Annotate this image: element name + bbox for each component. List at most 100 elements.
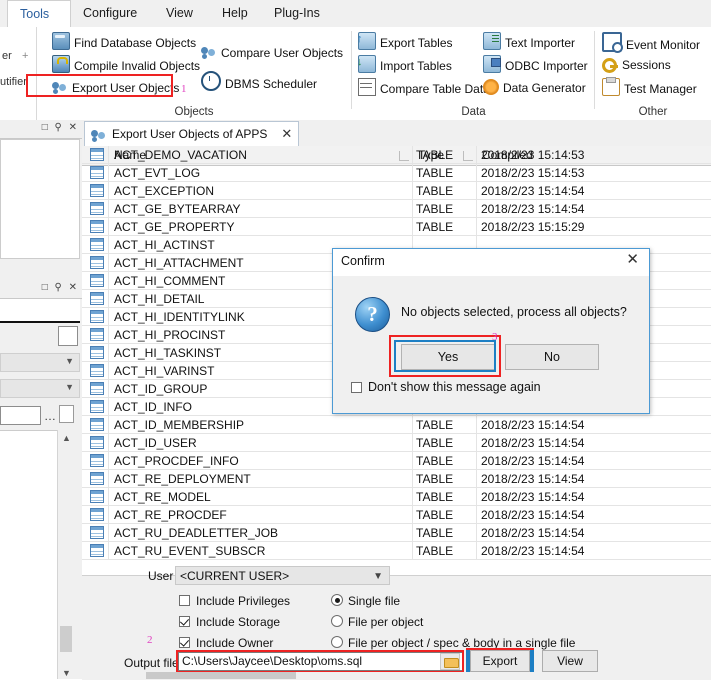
cell-divider (476, 452, 477, 470)
left-panel-header-1-buttons[interactable]: □ ⚲ ✕ (42, 122, 79, 133)
ribbon-compare-table-data-label: Compare Table Data (380, 82, 490, 96)
ribbon-event-monitor[interactable]: Event Monitor (602, 32, 700, 53)
ribbon-dbms-scheduler[interactable]: DBMS Scheduler (201, 71, 317, 91)
checkbox-include-storage[interactable] (179, 616, 190, 627)
ribbon-data-generator[interactable]: Data Generator (483, 78, 586, 98)
dialog-no-button[interactable]: No (505, 344, 599, 370)
table-row[interactable]: ACT_PROCDEF_INFO TABLE 2018/2/23 15:14:54 (82, 452, 711, 470)
menu-item-help[interactable]: Help (210, 0, 260, 27)
cell-divider (476, 488, 477, 506)
cell-divider (412, 182, 413, 200)
table-row[interactable]: ACT_RE_MODEL TABLE 2018/2/23 15:14:54 (82, 488, 711, 506)
table-row[interactable]: ACT_RE_DEPLOYMENT TABLE 2018/2/23 15:14:54 (82, 470, 711, 488)
ribbon-group-data: Export Tables Import Tables Compare Tabl… (352, 27, 595, 120)
ribbon-text-importer[interactable]: Text Importer (483, 32, 575, 52)
table-row[interactable]: ACT_RE_PROCDEF TABLE 2018/2/23 15:14:54 (82, 506, 711, 524)
cell-type: TABLE (416, 220, 454, 234)
tab-close-icon[interactable]: ✕ (281, 126, 292, 142)
cell-compiled: 2018/2/23 15:14:54 (481, 490, 585, 504)
cell-type: TABLE (416, 418, 454, 432)
tab-export-user-objects[interactable]: Export User Objects of APPS ✕ (84, 121, 300, 146)
folder-icon[interactable] (440, 653, 460, 670)
table-object-icon (90, 418, 104, 431)
cell-divider (108, 326, 109, 344)
table-row[interactable]: ACT_EVT_LOG TABLE 2018/2/23 15:14:53 (82, 164, 711, 182)
browse-dots-button[interactable]: … (44, 409, 57, 423)
ribbon-compare-user-objects[interactable]: Compare User Objects (201, 43, 343, 63)
menu-item-configure[interactable]: Configure (71, 0, 149, 27)
scroll-up-arrow-icon[interactable]: ▲ (58, 433, 75, 443)
cell-divider (412, 488, 413, 506)
ribbon-export-user-objects[interactable]: Export User Objects (52, 78, 179, 98)
cell-divider (108, 290, 109, 308)
ribbon-import-tables[interactable]: Import Tables (357, 52, 452, 75)
close-icon[interactable]: ✕ (626, 251, 639, 269)
cell-divider (412, 506, 413, 524)
view-button-label: View (557, 654, 583, 668)
cell-name: ACT_HI_PROCINST (114, 328, 226, 342)
cell-type: TABLE (416, 436, 454, 450)
export-users-icon (91, 127, 106, 141)
ribbon-compile-invalid-objects[interactable]: Compile Invalid Objects (52, 55, 200, 75)
cell-divider (412, 542, 413, 560)
output-file-input[interactable]: C:\Users\Jaycee\Desktop\oms.sql (178, 652, 464, 671)
left-vertical-scrollbar[interactable]: ▲ ▼ (57, 430, 75, 679)
scrollbar-thumb[interactable] (60, 626, 72, 652)
menu-item-tools[interactable]: Tools (7, 0, 71, 27)
new-file-icon[interactable] (59, 405, 74, 423)
table-object-icon (90, 382, 104, 395)
cell-divider (108, 362, 109, 380)
horizontal-scrollbar[interactable] (146, 672, 711, 679)
radio-single-file[interactable] (331, 594, 343, 606)
horizontal-scrollbar-thumb[interactable] (146, 672, 296, 679)
table-row[interactable]: ACT_RU_EVENT_SUBSCR TABLE 2018/2/23 15:14:… (82, 542, 711, 560)
table-row[interactable]: ACT_GE_PROPERTY TABLE 2018/2/23 15:15:29 (82, 218, 711, 236)
table-row[interactable]: ACT_DEMO_VACATION TABLE 2018/2/23 15:14:53 (82, 146, 711, 164)
cell-type: TABLE (416, 508, 454, 522)
left-panel-body-2 (0, 299, 80, 321)
ribbon-find-database-objects[interactable]: Find Database Objects (52, 32, 196, 52)
menu-item-view[interactable]: View (154, 0, 205, 27)
user-select[interactable]: <CURRENT USER> ▼ (175, 566, 390, 585)
checkbox-dont-show-again[interactable] (351, 382, 362, 393)
table-row[interactable]: ACT_GE_BYTEARRAY TABLE 2018/2/23 15:14:54 (82, 200, 711, 218)
radio-single-file-label: Single file (348, 594, 401, 608)
left-small-box[interactable] (58, 326, 78, 346)
view-button[interactable]: View (542, 650, 598, 672)
cell-compiled: 2018/2/23 15:14:53 (481, 166, 585, 180)
ribbon-test-manager[interactable]: Test Manager (602, 77, 697, 98)
export-button[interactable]: Export (470, 650, 530, 672)
menu-item-tools-label: Tools (20, 7, 50, 21)
checkbox-include-privileges[interactable] (179, 595, 190, 606)
cell-divider (108, 506, 109, 524)
table-row[interactable]: ACT_ID_USER TABLE 2018/2/23 15:14:54 (82, 434, 711, 452)
cell-divider (108, 218, 109, 236)
ribbon-compare-table-data[interactable]: Compare Table Data (358, 78, 490, 98)
ribbon-sessions[interactable]: Sessions (602, 55, 671, 75)
strip-text-2: utifier (0, 76, 27, 88)
import-table-icon (357, 52, 376, 73)
cell-divider (108, 272, 109, 290)
left-panel-header-2-buttons[interactable]: □ ⚲ ✕ (42, 282, 79, 293)
left-combo-1[interactable]: ▼ (0, 353, 80, 372)
checkbox-include-owner-label: Include Owner (196, 636, 274, 650)
table-row[interactable]: ACT_RU_DEADLETTER_JOB TABLE 2018/2/23 15:1… (82, 524, 711, 542)
left-text-input[interactable] (0, 406, 41, 425)
cell-divider (476, 146, 477, 164)
menu-item-plugins[interactable]: Plug-Ins (262, 0, 332, 27)
ribbon-odbc-importer[interactable]: ODBC Importer (483, 55, 588, 75)
left-combo-2[interactable]: ▼ (0, 379, 80, 398)
export-focus-right-bar (530, 650, 534, 673)
dialog-no-label: No (544, 350, 560, 364)
scroll-down-arrow-icon[interactable]: ▼ (58, 668, 75, 678)
table-row[interactable]: ACT_ID_MEMBERSHIP TABLE 2018/2/23 15:14:54 (82, 416, 711, 434)
checkbox-include-owner[interactable] (179, 637, 190, 648)
left-panel-divider (0, 321, 80, 323)
left-dock-column: □ ⚲ ✕ □ ⚲ ✕ ▼ ▼ … ▲ ▼ (0, 120, 82, 679)
radio-file-per-object[interactable] (331, 615, 343, 627)
ribbon-export-tables[interactable]: Export Tables (357, 29, 453, 52)
table-row[interactable]: ACT_EXCEPTION TABLE 2018/2/23 15:14:54 (82, 182, 711, 200)
radio-file-per-object-spec-body[interactable] (331, 636, 343, 648)
table-object-icon (90, 202, 104, 215)
table-object-icon (90, 544, 104, 557)
